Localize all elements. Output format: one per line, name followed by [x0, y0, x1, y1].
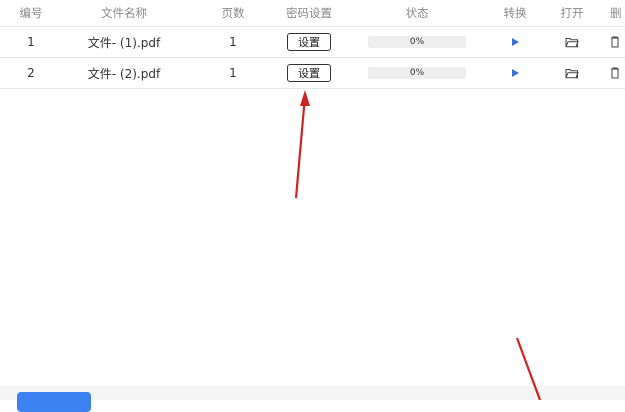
table-header: 编号 文件名称 页数 密码设置 状态 转换 打开 删 [0, 0, 625, 27]
row-convert-cell [496, 27, 534, 57]
row-open-cell [534, 27, 610, 57]
annotation-arrowhead-up [300, 90, 310, 106]
header-pages: 页数 [221, 6, 245, 20]
header-convert: 转换 [503, 6, 527, 20]
row-file-name: 文件- (2).pdf [87, 66, 161, 81]
progress-bar: 0% [368, 67, 466, 79]
row-open-cell [534, 58, 610, 88]
annotation-arrow-up [294, 95, 307, 199]
row-number: 1 [27, 35, 35, 49]
row-pages: 1 [229, 35, 237, 49]
header-file-name: 文件名称 [101, 6, 147, 20]
trash-icon[interactable] [610, 36, 620, 48]
footer-bar [0, 386, 625, 400]
folder-icon[interactable] [565, 67, 579, 79]
row-password-cell: 设置 [280, 58, 338, 88]
header-delete: 删 [610, 6, 622, 20]
row-delete-cell [610, 58, 625, 88]
row-status-cell: 0% [338, 27, 496, 57]
row-pages: 1 [229, 66, 237, 80]
row-password-cell: 设置 [280, 27, 338, 57]
password-settings-button[interactable]: 设置 [287, 33, 331, 51]
row-number: 2 [27, 66, 35, 80]
header-status: 状态 [405, 6, 429, 20]
header-password-settings: 密码设置 [286, 6, 332, 20]
folder-icon[interactable] [565, 36, 579, 48]
play-icon[interactable] [511, 38, 519, 46]
row-convert-cell [496, 58, 534, 88]
play-icon[interactable] [511, 69, 519, 77]
trash-icon[interactable] [610, 67, 620, 79]
primary-action-button[interactable] [17, 392, 91, 412]
progress-bar: 0% [368, 36, 466, 48]
row-delete-cell [610, 27, 625, 57]
table-row: 2 文件- (2).pdf 1 设置 0% [0, 58, 625, 89]
header-no: 编号 [19, 6, 43, 20]
table-row: 1 文件- (1).pdf 1 设置 0% [0, 27, 625, 58]
file-table: 编号 文件名称 页数 密码设置 状态 转换 打开 删 1 文件- (1).pdf… [0, 0, 625, 89]
row-status-cell: 0% [338, 58, 496, 88]
password-settings-button[interactable]: 设置 [287, 64, 331, 82]
row-file-name: 文件- (1).pdf [87, 35, 161, 50]
header-open: 打开 [560, 6, 584, 20]
